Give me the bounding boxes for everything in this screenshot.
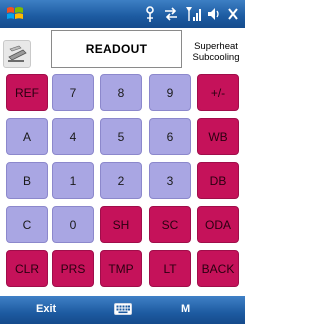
key-a[interactable]: A: [6, 118, 48, 155]
mode-label-line1: Superheat: [194, 41, 238, 52]
status-bar: [0, 0, 245, 28]
readout-display: READOUT: [51, 30, 182, 68]
key-0[interactable]: 0: [52, 206, 94, 243]
key-8[interactable]: 8: [100, 74, 142, 111]
exit-softkey[interactable]: Exit: [36, 303, 56, 315]
mode-label[interactable]: Superheat Subcooling: [186, 41, 246, 63]
key-lt[interactable]: LT: [149, 250, 191, 287]
key-7[interactable]: 7: [52, 74, 94, 111]
key-plus-minus[interactable]: +/-: [197, 74, 239, 111]
key-b[interactable]: B: [6, 162, 48, 199]
signal-icon[interactable]: [185, 5, 201, 23]
key-sh[interactable]: SH: [100, 206, 142, 243]
key-5[interactable]: 5: [100, 118, 142, 155]
key-back[interactable]: BACK: [197, 250, 239, 287]
key-c[interactable]: C: [6, 206, 48, 243]
key-clr[interactable]: CLR: [6, 250, 48, 287]
menu-softkey[interactable]: M: [181, 303, 190, 315]
key-wb[interactable]: WB: [197, 118, 239, 155]
connectivity-icon[interactable]: [143, 5, 157, 23]
menu-bar: Exit M: [0, 296, 245, 324]
keypad: REF 7 8 9 +/- A 4 5 6 WB B 1 2 3 DB C 0 …: [0, 70, 245, 296]
key-4[interactable]: 4: [52, 118, 94, 155]
key-6[interactable]: 6: [149, 118, 191, 155]
key-3[interactable]: 3: [149, 162, 191, 199]
volume-icon[interactable]: [207, 5, 221, 23]
key-1[interactable]: 1: [52, 162, 94, 199]
close-icon[interactable]: [227, 5, 239, 23]
sync-arrows-icon[interactable]: [163, 5, 179, 23]
mode-label-line2: Subcooling: [192, 52, 240, 63]
key-ref[interactable]: REF: [6, 74, 48, 111]
key-sc[interactable]: SC: [149, 206, 191, 243]
keyboard-icon[interactable]: [114, 302, 132, 316]
stapler-icon[interactable]: [3, 40, 31, 68]
windows-flag-icon[interactable]: [4, 3, 26, 25]
key-oda[interactable]: ODA: [197, 206, 239, 243]
key-2[interactable]: 2: [100, 162, 142, 199]
key-db[interactable]: DB: [197, 162, 239, 199]
key-prs[interactable]: PRS: [52, 250, 94, 287]
key-9[interactable]: 9: [149, 74, 191, 111]
key-tmp[interactable]: TMP: [100, 250, 142, 287]
